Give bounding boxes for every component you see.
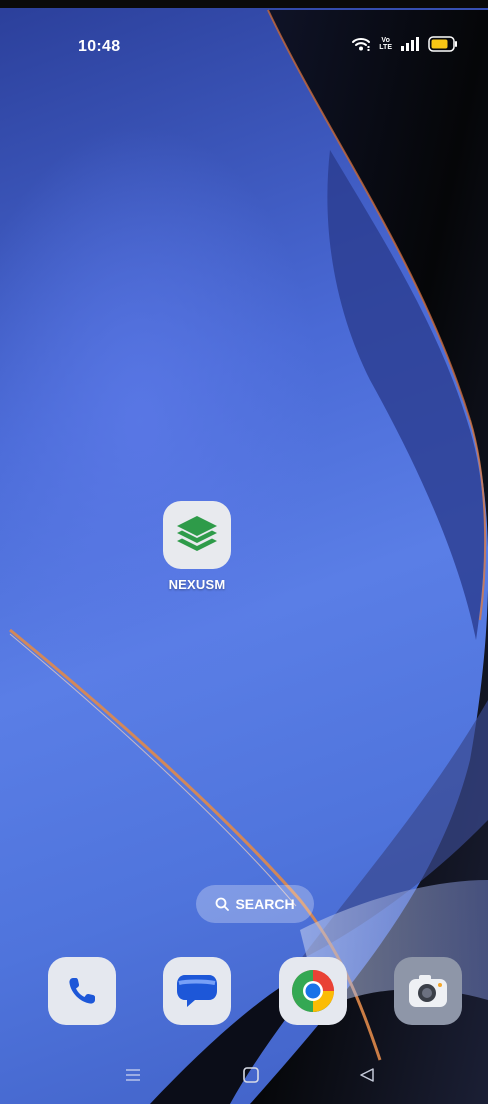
volte-icon: Vo LTE <box>379 37 392 51</box>
chat-bubble-icon <box>177 975 217 1007</box>
back-icon[interactable] <box>358 1066 376 1084</box>
camera-icon <box>409 975 447 1007</box>
volte-bottom-label: LTE <box>379 44 392 51</box>
nexusm-tile[interactable] <box>163 501 231 569</box>
app-nexusm[interactable]: NEXUSM <box>163 501 231 592</box>
phone-icon <box>69 978 95 1004</box>
home-icon[interactable] <box>242 1066 260 1084</box>
nexusm-label[interactable]: NEXUSM <box>169 577 226 592</box>
dock-camera[interactable] <box>394 957 462 1025</box>
dock-phone[interactable] <box>48 957 116 1025</box>
search-button[interactable]: SEARCH <box>196 885 314 923</box>
dock-messages[interactable] <box>163 957 231 1025</box>
status-icons: Vo LTE <box>351 36 458 52</box>
battery-icon <box>428 36 457 52</box>
dock-chrome[interactable] <box>279 957 347 1025</box>
home-screen: 10:48 Vo LTE NEXUSM SEARCH <box>0 0 488 1104</box>
layers-icon <box>177 516 217 551</box>
search-icon <box>216 897 230 911</box>
signal-icon <box>401 37 419 51</box>
volte-top-label: Vo <box>381 37 390 44</box>
menu-icon[interactable] <box>124 1066 142 1084</box>
wallpaper-swoosh <box>9 9 488 1104</box>
search-label[interactable]: SEARCH <box>235 896 294 912</box>
status-time: 10:48 <box>78 38 121 55</box>
wifi-icon <box>352 38 371 51</box>
chrome-icon <box>291 970 334 1013</box>
